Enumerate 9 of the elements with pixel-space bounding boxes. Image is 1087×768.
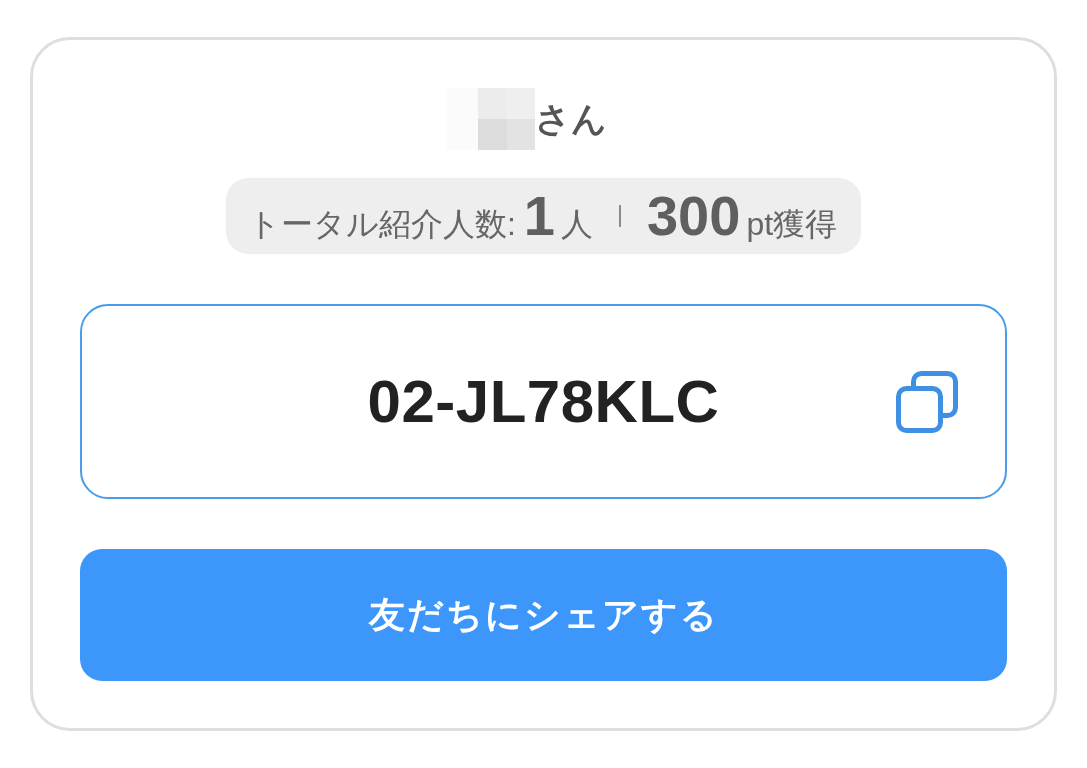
count-unit: 人 [560,205,593,244]
points-unit: pt獲得 [746,205,838,244]
copy-icon[interactable] [896,370,958,433]
referral-count-label: トータル紹介人数: [247,205,516,244]
points-value: 300 [646,183,741,249]
referral-code: 02-JL78KLC [367,367,720,436]
honorific-text: さん [534,98,607,140]
referral-count: 1 [523,183,555,249]
share-button[interactable]: 友だちにシェアする [80,549,1007,681]
